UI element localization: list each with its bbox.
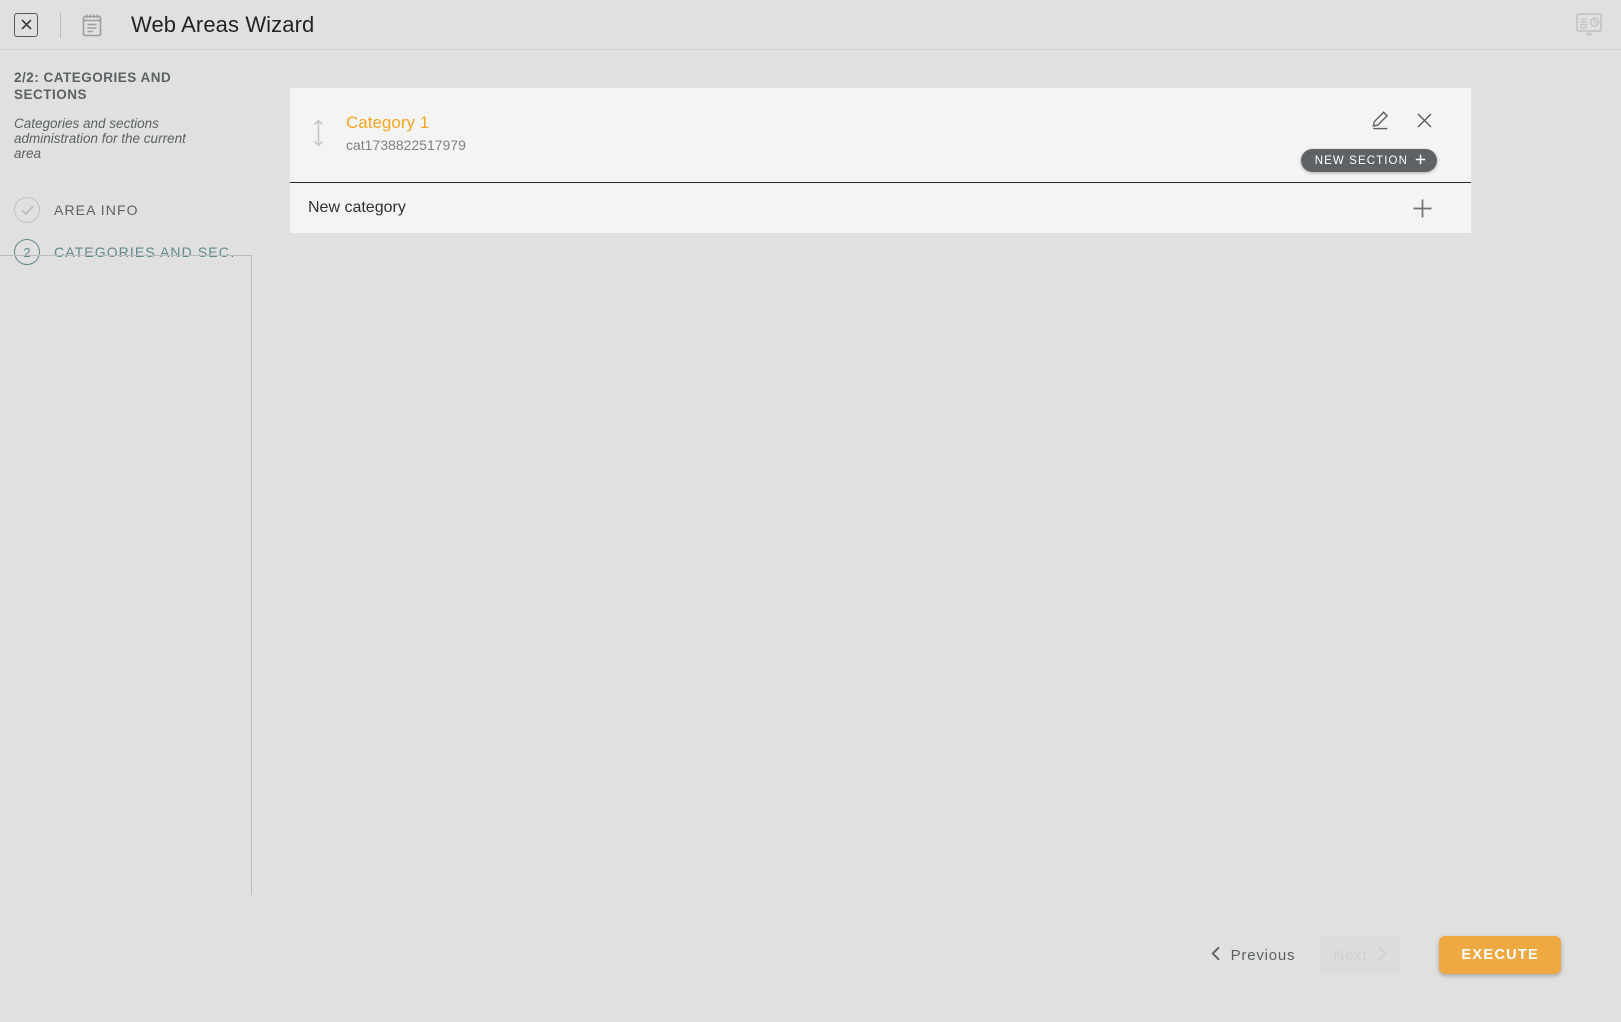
sidebar-item-area-info[interactable]: AREA INFO bbox=[14, 189, 236, 231]
chevron-right-icon bbox=[1377, 946, 1387, 965]
new-section-button[interactable]: NEW SECTION bbox=[1300, 149, 1437, 172]
previous-button[interactable]: Previous bbox=[1197, 937, 1310, 974]
close-box-icon[interactable] bbox=[14, 12, 38, 37]
plus-icon bbox=[1415, 154, 1426, 168]
next-label: Next bbox=[1333, 946, 1368, 964]
next-button: Next bbox=[1319, 936, 1402, 974]
close-x-icon[interactable] bbox=[1416, 112, 1433, 129]
sidebar-step-title: 2/2: CATEGORIES AND SECTIONS bbox=[14, 70, 172, 102]
dashboard-monitor-icon[interactable] bbox=[1571, 7, 1607, 43]
category-texts: Category 1 cat1738822517979 bbox=[346, 110, 466, 182]
new-category-label: New category bbox=[308, 199, 406, 216]
category-name[interactable]: Category 1 bbox=[346, 112, 466, 134]
reorder-vertical-arrows-icon[interactable] bbox=[290, 110, 346, 182]
sidebar-item-label: AREA INFO bbox=[54, 202, 139, 218]
execute-button[interactable]: EXECUTE bbox=[1439, 936, 1561, 974]
wizard-sidebar: 2/2: CATEGORIES AND SECTIONS Categories … bbox=[0, 51, 252, 1022]
sidebar-step-description: Categories and sections administration f… bbox=[14, 116, 186, 161]
title-bar: Web Areas Wizard bbox=[0, 0, 1621, 50]
category-id: cat1738822517979 bbox=[346, 137, 466, 153]
category-row: Category 1 cat1738822517979 NEW SECTION bbox=[290, 88, 1471, 183]
pencil-edit-icon[interactable] bbox=[1371, 110, 1390, 130]
window-title: Web Areas Wizard bbox=[131, 11, 315, 37]
new-category-row[interactable]: New category bbox=[290, 183, 1471, 233]
chevron-left-icon bbox=[1211, 946, 1221, 965]
check-icon bbox=[14, 197, 40, 223]
sidebar-panel-border bbox=[0, 255, 252, 895]
category-card: Category 1 cat1738822517979 NEW SECTION … bbox=[290, 88, 1471, 233]
previous-label: Previous bbox=[1230, 946, 1296, 964]
main-content: Category 1 cat1738822517979 NEW SECTION … bbox=[290, 88, 1471, 233]
notepad-icon[interactable] bbox=[79, 12, 105, 38]
category-actions bbox=[1371, 110, 1433, 130]
titlebar-divider bbox=[60, 11, 61, 38]
wizard-footer: Previous Next EXECUTE bbox=[1197, 936, 1561, 974]
new-section-label: NEW SECTION bbox=[1314, 154, 1408, 167]
plus-icon[interactable] bbox=[1412, 198, 1433, 219]
